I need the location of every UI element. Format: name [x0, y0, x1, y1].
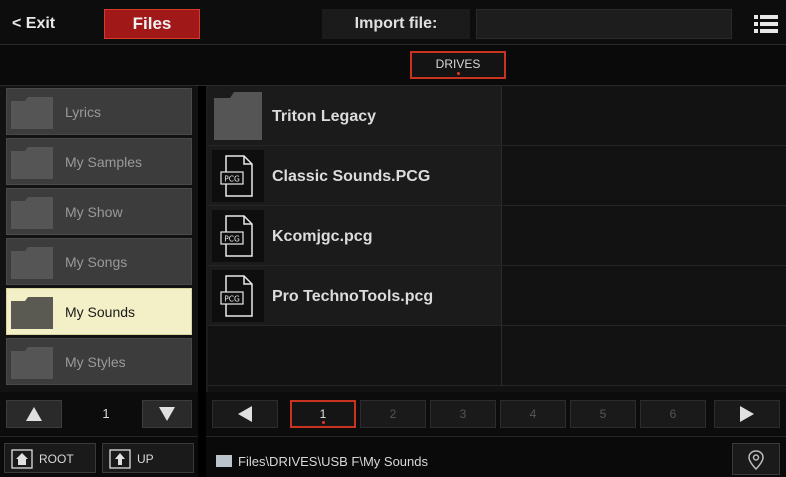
- root-label: ROOT: [39, 452, 74, 466]
- folder-page-number: 1: [102, 406, 110, 421]
- file-name: Classic Sounds.PCG: [272, 168, 431, 185]
- file-name: Kcomjgc.pcg: [272, 228, 373, 245]
- folder-label: My Samples: [65, 154, 143, 170]
- up-label: UP: [137, 452, 154, 466]
- folder-item-lyrics[interactable]: Lyrics: [6, 88, 192, 135]
- folder-icon: [11, 197, 53, 229]
- pcg-icon-text: PCG: [224, 175, 240, 184]
- folder-path-icon: [216, 455, 232, 467]
- empty-cell: [208, 326, 502, 386]
- import-file-field[interactable]: [476, 9, 732, 39]
- current-path: Files\DRIVES\USB F\My Sounds: [238, 454, 428, 469]
- file-row-kcomjgc[interactable]: PCG Kcomjgc.pcg: [208, 206, 786, 266]
- folder-icon: [11, 347, 53, 379]
- page-button-5[interactable]: 5: [570, 400, 636, 428]
- folder-label: Lyrics: [65, 104, 102, 120]
- folder-label: My Show: [65, 204, 123, 220]
- folder-item-my-samples[interactable]: My Samples: [6, 138, 192, 185]
- drives-row: DRIVES: [0, 44, 786, 86]
- path-bar: Files\DRIVES\USB F\My Sounds: [206, 436, 786, 477]
- list-menu-icon: [754, 15, 778, 33]
- page-button-1[interactable]: 1: [290, 400, 356, 428]
- triangle-up-icon: [26, 407, 42, 421]
- empty-file-row: [208, 326, 786, 386]
- folder-icon: [214, 92, 262, 140]
- page-button-6[interactable]: 6: [640, 400, 706, 428]
- home-icon: [11, 449, 33, 469]
- pcg-file-icon: PCG: [212, 270, 264, 322]
- page-prev-button[interactable]: [212, 400, 278, 428]
- page-number: 1: [319, 407, 327, 421]
- files-tab[interactable]: Files: [104, 9, 200, 39]
- file-cell: PCG Kcomjgc.pcg: [208, 206, 502, 265]
- file-row-classic-sounds[interactable]: PCG Classic Sounds.PCG: [208, 146, 786, 206]
- folder-list: Lyrics My Samples My Show My Songs My So…: [0, 86, 198, 392]
- pcg-file-icon: PCG: [212, 150, 264, 202]
- folder-label: My Styles: [65, 354, 126, 370]
- import-file-label: Import file:: [322, 9, 470, 39]
- root-button[interactable]: ROOT: [4, 443, 96, 473]
- folder-label: My Songs: [65, 254, 128, 270]
- arrow-up-icon: [109, 449, 131, 469]
- drives-button[interactable]: DRIVES: [410, 51, 506, 79]
- navigation-bar: ROOT UP: [0, 436, 198, 477]
- folder-icon: [11, 247, 53, 279]
- folder-item-my-styles[interactable]: My Styles: [6, 338, 192, 385]
- triangle-down-icon: [159, 407, 175, 421]
- page-button-4[interactable]: 4: [500, 400, 566, 428]
- triangle-right-icon: [740, 406, 754, 422]
- page-button-3[interactable]: 3: [430, 400, 496, 428]
- drives-label: DRIVES: [435, 57, 481, 71]
- folder-icon: [11, 297, 53, 329]
- folder-pager: 1: [0, 392, 198, 436]
- menu-button[interactable]: [752, 10, 780, 38]
- folder-item-my-sounds[interactable]: My Sounds: [6, 288, 192, 335]
- file-row-pro-technotools[interactable]: PCG Pro TechnoTools.pcg: [208, 266, 786, 326]
- active-indicator-dot: [457, 72, 460, 75]
- file-pager: 1 2 3 4 5 6: [206, 392, 786, 436]
- active-indicator-dot: [322, 421, 325, 424]
- folder-label: My Sounds: [65, 304, 136, 320]
- pcg-icon-text: PCG: [224, 235, 240, 244]
- page-next-button[interactable]: [714, 400, 780, 428]
- file-row-triton-legacy[interactable]: Triton Legacy: [208, 86, 786, 146]
- exit-button[interactable]: < Exit: [4, 10, 94, 38]
- pcg-file-icon: PCG: [212, 210, 264, 262]
- file-cell: Triton Legacy: [208, 86, 502, 145]
- folder-item-my-show[interactable]: My Show: [6, 188, 192, 235]
- location-pin-icon: [748, 450, 764, 470]
- file-name: Triton Legacy: [272, 108, 377, 125]
- pcg-icon-text: PCG: [224, 295, 240, 304]
- up-button[interactable]: UP: [102, 443, 194, 473]
- top-bar: < Exit Files Import file:: [0, 0, 786, 44]
- triangle-left-icon: [238, 406, 252, 422]
- folder-icon: [11, 97, 53, 129]
- file-list: Triton Legacy PCG Classic Sounds.PCG PCG: [206, 86, 786, 392]
- locate-button[interactable]: [732, 443, 780, 475]
- page-button-2[interactable]: 2: [360, 400, 426, 428]
- folder-scroll-up-button[interactable]: [6, 400, 62, 428]
- folder-icon: [11, 147, 53, 179]
- file-cell: PCG Pro TechnoTools.pcg: [208, 266, 502, 325]
- folder-item-my-songs[interactable]: My Songs: [6, 238, 192, 285]
- file-name: Pro TechnoTools.pcg: [272, 288, 434, 305]
- folder-scroll-down-button[interactable]: [142, 400, 192, 428]
- file-cell: PCG Classic Sounds.PCG: [208, 146, 502, 205]
